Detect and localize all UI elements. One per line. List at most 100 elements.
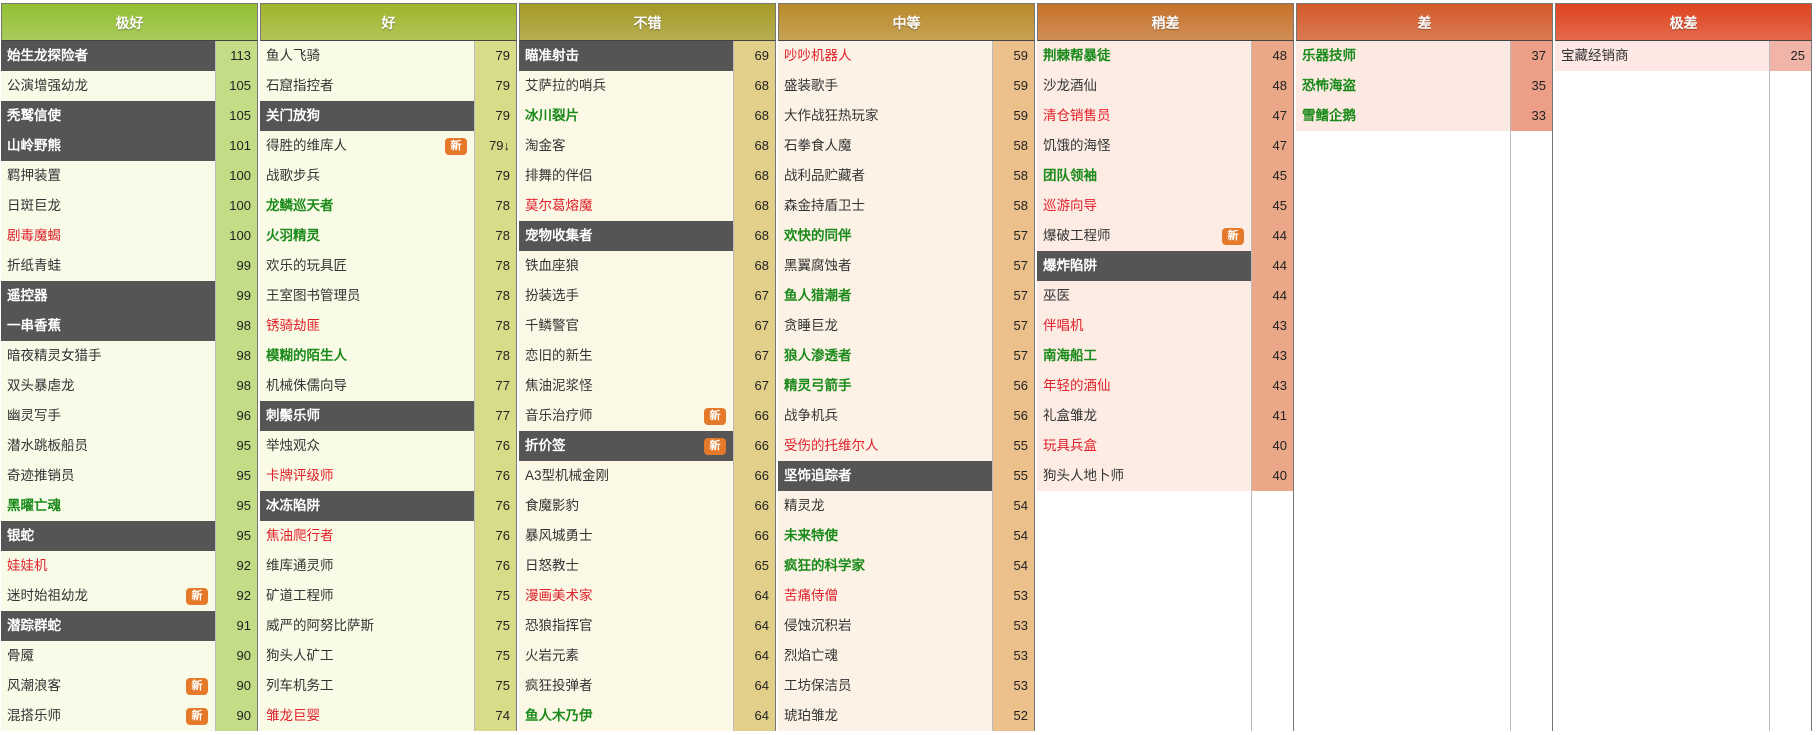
card-row[interactable]: 艾萨拉的哨兵 68: [519, 71, 776, 101]
card-row[interactable]: 始生龙探险者 113: [1, 41, 258, 71]
tier-header[interactable]: 极差: [1555, 3, 1812, 41]
card-row[interactable]: 骨魇 90: [1, 641, 258, 671]
card-row[interactable]: 未来特使 54: [778, 521, 1035, 551]
card-row[interactable]: 冰川裂片 68: [519, 101, 776, 131]
card-row[interactable]: 淘金客 68: [519, 131, 776, 161]
card-row[interactable]: 瞄准射击 69: [519, 41, 776, 71]
card-row[interactable]: 年轻的酒仙 43: [1037, 371, 1294, 401]
card-row[interactable]: 银蛇 95: [1, 521, 258, 551]
card-row[interactable]: 折价签新 66: [519, 431, 776, 461]
card-row[interactable]: 乐器技师 37: [1296, 41, 1553, 71]
card-row[interactable]: 得胜的维库人新 79↓: [260, 131, 517, 161]
card-row[interactable]: 狗头人矿工 75: [260, 641, 517, 671]
card-row[interactable]: 日怒教士 65: [519, 551, 776, 581]
card-row[interactable]: 战争机兵 56: [778, 401, 1035, 431]
card-row[interactable]: 宝藏经销商 25: [1555, 41, 1812, 71]
tier-header[interactable]: 差: [1296, 3, 1553, 41]
card-row[interactable]: 焦油爬行者 76: [260, 521, 517, 551]
card-row[interactable]: 欢乐的玩具匠 78: [260, 251, 517, 281]
card-row[interactable]: 暗夜精灵女猎手 98: [1, 341, 258, 371]
tier-header[interactable]: 极好: [1, 3, 258, 41]
card-row[interactable]: 鱼人木乃伊 64: [519, 701, 776, 731]
card-row[interactable]: 关门放狗 79: [260, 101, 517, 131]
card-row[interactable]: 火岩元素 64: [519, 641, 776, 671]
card-row[interactable]: 巡游向导 45: [1037, 191, 1294, 221]
card-row[interactable]: 举烛观众 76: [260, 431, 517, 461]
card-row[interactable]: 苦痛侍僧 53: [778, 581, 1035, 611]
card-row[interactable]: 音乐治疗师新 66: [519, 401, 776, 431]
card-row[interactable]: 龙鳞巡天者 78: [260, 191, 517, 221]
card-row[interactable]: 疯狂的科学家 54: [778, 551, 1035, 581]
tier-header[interactable]: 中等: [778, 3, 1035, 41]
card-row[interactable]: 冰冻陷阱 76: [260, 491, 517, 521]
card-row[interactable]: 山岭野熊 101: [1, 131, 258, 161]
card-row[interactable]: 矿道工程师 75: [260, 581, 517, 611]
card-row[interactable]: 锈骑劫匪 78: [260, 311, 517, 341]
card-row[interactable]: 黑曜亡魂 95: [1, 491, 258, 521]
card-row[interactable]: 贪睡巨龙 57: [778, 311, 1035, 341]
card-row[interactable]: 南海船工 43: [1037, 341, 1294, 371]
card-row[interactable]: 扮装选手 67: [519, 281, 776, 311]
card-row[interactable]: 刺鬃乐师 77: [260, 401, 517, 431]
card-row[interactable]: 娃娃机 92: [1, 551, 258, 581]
card-row[interactable]: 风潮浪客新 90: [1, 671, 258, 701]
card-row[interactable]: 战利品贮藏者 58: [778, 161, 1035, 191]
card-row[interactable]: 千鳞警官 67: [519, 311, 776, 341]
card-row[interactable]: 莫尔葛熔魔 68: [519, 191, 776, 221]
card-row[interactable]: 潜踪群蛇 91: [1, 611, 258, 641]
card-row[interactable]: 漫画美术家 64: [519, 581, 776, 611]
card-row[interactable]: 烈焰亡魂 53: [778, 641, 1035, 671]
card-row[interactable]: 礼盒雏龙 41: [1037, 401, 1294, 431]
card-row[interactable]: 黑翼腐蚀者 57: [778, 251, 1035, 281]
card-row[interactable]: 遥控器 99: [1, 281, 258, 311]
card-row[interactable]: 宠物收集者 68: [519, 221, 776, 251]
card-row[interactable]: 恐怖海盗 35: [1296, 71, 1553, 101]
card-row[interactable]: 列车机务工 75: [260, 671, 517, 701]
card-row[interactable]: 雏龙巨婴 74: [260, 701, 517, 731]
card-row[interactable]: 饥饿的海怪 47: [1037, 131, 1294, 161]
card-row[interactable]: A3型机械金刚 66: [519, 461, 776, 491]
card-row[interactable]: 卡牌评级师 76: [260, 461, 517, 491]
card-row[interactable]: 大作战狂热玩家 59: [778, 101, 1035, 131]
card-row[interactable]: 团队领袖 45: [1037, 161, 1294, 191]
card-row[interactable]: 王室图书管理员 78: [260, 281, 517, 311]
card-row[interactable]: 侵蚀沉积岩 53: [778, 611, 1035, 641]
card-row[interactable]: 铁血座狼 68: [519, 251, 776, 281]
card-row[interactable]: 精灵龙 54: [778, 491, 1035, 521]
card-row[interactable]: 羁押装置 100: [1, 161, 258, 191]
card-row[interactable]: 维库通灵师 76: [260, 551, 517, 581]
card-row[interactable]: 吵吵机器人 59: [778, 41, 1035, 71]
tier-header[interactable]: 好: [260, 3, 517, 41]
card-row[interactable]: 狼人渗透者 57: [778, 341, 1035, 371]
card-row[interactable]: 恋旧的新生 67: [519, 341, 776, 371]
card-row[interactable]: 战歌步兵 79: [260, 161, 517, 191]
card-row[interactable]: 奇迹推销员 95: [1, 461, 258, 491]
card-row[interactable]: 荆棘帮暴徒 48: [1037, 41, 1294, 71]
card-row[interactable]: 食魔影豹 66: [519, 491, 776, 521]
card-row[interactable]: 爆炸陷阱 44: [1037, 251, 1294, 281]
card-row[interactable]: 盛装歌手 59: [778, 71, 1035, 101]
card-row[interactable]: 一串香蕉 98: [1, 311, 258, 341]
card-row[interactable]: 模糊的陌生人 78: [260, 341, 517, 371]
card-row[interactable]: 森金持盾卫士 58: [778, 191, 1035, 221]
card-row[interactable]: 秃鹫信使 105: [1, 101, 258, 131]
card-row[interactable]: 鱼人飞骑 79: [260, 41, 517, 71]
card-row[interactable]: 排舞的伴侣 68: [519, 161, 776, 191]
card-row[interactable]: 幽灵写手 96: [1, 401, 258, 431]
card-row[interactable]: 威严的阿努比萨斯 75: [260, 611, 517, 641]
card-row[interactable]: 雪鳍企鹅 33: [1296, 101, 1553, 131]
card-row[interactable]: 巫医 44: [1037, 281, 1294, 311]
card-row[interactable]: 玩具兵盒 40: [1037, 431, 1294, 461]
card-row[interactable]: 鱼人猎潮者 57: [778, 281, 1035, 311]
card-row[interactable]: 双头暴虐龙 98: [1, 371, 258, 401]
card-row[interactable]: 狗头人地卜师 40: [1037, 461, 1294, 491]
card-row[interactable]: 精灵弓箭手 56: [778, 371, 1035, 401]
card-row[interactable]: 受伤的托维尔人 55: [778, 431, 1035, 461]
card-row[interactable]: 琥珀雏龙 52: [778, 701, 1035, 731]
tier-header[interactable]: 稍差: [1037, 3, 1294, 41]
card-row[interactable]: 石窟指控者 79: [260, 71, 517, 101]
card-row[interactable]: 迷时始祖幼龙新 92: [1, 581, 258, 611]
card-row[interactable]: 清仓销售员 47: [1037, 101, 1294, 131]
card-row[interactable]: 欢快的同伴 57: [778, 221, 1035, 251]
card-row[interactable]: 公演增强幼龙 105: [1, 71, 258, 101]
